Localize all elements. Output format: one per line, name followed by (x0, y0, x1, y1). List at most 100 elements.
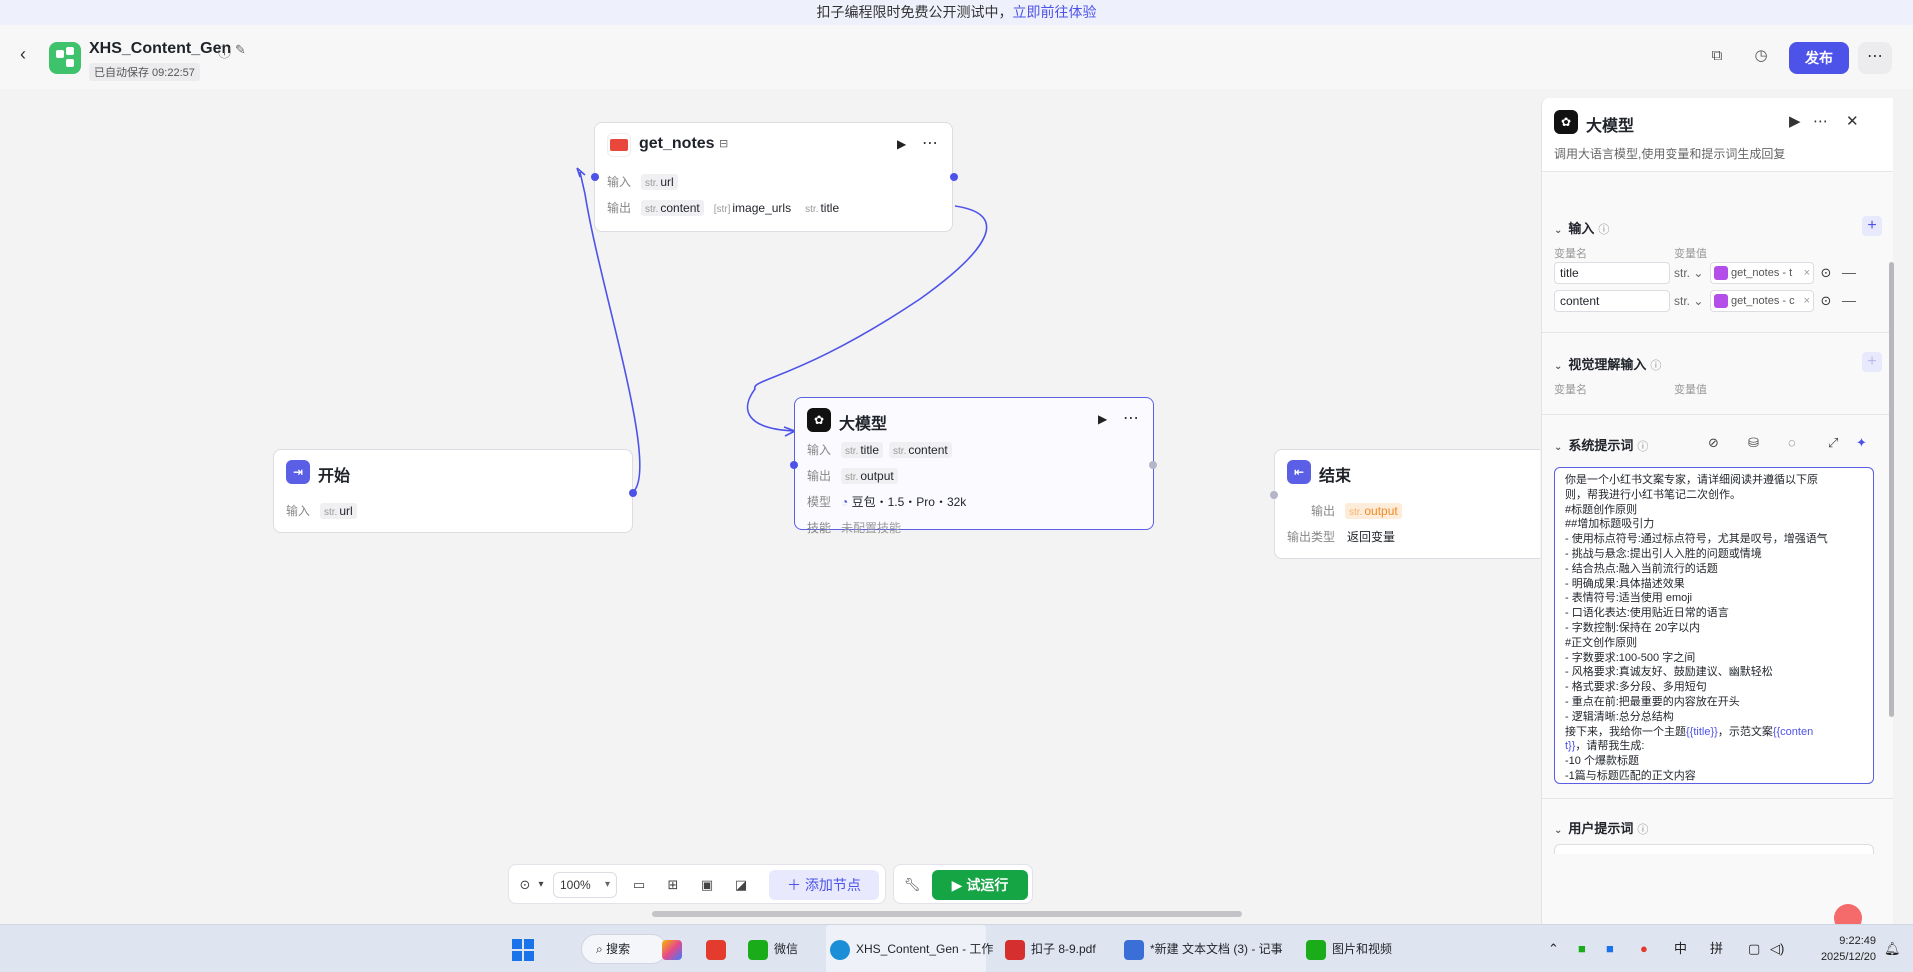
add-node-button[interactable]: ＋ 添加节点 (769, 870, 879, 900)
add-vision-input-button[interactable]: + (1862, 352, 1882, 372)
test-run-button[interactable]: ▶ 试运行 (932, 870, 1028, 900)
node-start[interactable]: ⇥ 开始 输入 str. url (273, 449, 637, 533)
system-clock[interactable]: 9:22:49 2025/12/20 (1800, 933, 1876, 965)
zoom-select[interactable]: 100% ▾ (553, 872, 617, 898)
input-tag: str. content (889, 442, 952, 458)
divider (1542, 414, 1893, 415)
node-end[interactable]: ⇤ 结束 输出 str. output 输出类型 返回变量 (1270, 449, 1540, 559)
wps-icon[interactable] (706, 925, 732, 972)
input-port[interactable] (790, 461, 798, 469)
section-input-title[interactable]: ⌄ 输入 ⓘ (1554, 218, 1609, 237)
run-node-icon[interactable]: ▶ (1789, 112, 1801, 130)
node-get-notes[interactable]: get_notes ⊟ ▶ ⋯ 输入 str. url 输出 str. content[… (591, 122, 958, 232)
var-ref-select[interactable]: get_notes - t × (1710, 262, 1814, 284)
tray-wechat-icon[interactable]: ■ (1578, 925, 1586, 972)
plugin-badge-icon: ⊟ (719, 138, 729, 150)
panel-title: 大模型 (1586, 118, 1635, 135)
output-tag: str. output (1345, 503, 1402, 519)
taskbar-item-edge[interactable]: XHS_Content_Gen - 工作 (826, 925, 993, 972)
output-port[interactable] (629, 489, 637, 497)
taskbar-search[interactable]: ⌕ 搜索 (581, 934, 667, 964)
user-prompt-editor[interactable] (1554, 844, 1874, 854)
edit-icon[interactable]: ✎ (235, 42, 246, 58)
network-icon[interactable]: ▢ (1748, 925, 1760, 972)
var-settings-icon[interactable]: ⊙ (1818, 265, 1834, 281)
var-type-select[interactable]: str. ⌄ (1674, 290, 1710, 312)
input-port[interactable] (1270, 491, 1278, 499)
section-system-prompt-title[interactable]: ⌄ 系统提示词 ⓘ (1554, 435, 1648, 454)
add-variable-button[interactable]: + (1862, 216, 1882, 236)
copilot-icon[interactable] (662, 925, 688, 972)
system-prompt-editor[interactable]: 你是一个小红书文案专家，请详细阅读并遵循以下原 则，帮我进行小红书笔记二次创作。… (1554, 467, 1874, 784)
autosave-status: 已自动保存 09:22:57 (89, 63, 200, 81)
divider (1542, 798, 1893, 799)
taskbar-item-wechat[interactable]: 微信 (748, 925, 798, 972)
node-more-icon[interactable]: ⋯ (1123, 408, 1140, 428)
ime-chinese-toggle[interactable]: 中 (1674, 925, 1687, 972)
tray-app-icon[interactable]: ■ (1606, 925, 1614, 972)
info-icon[interactable]: ⓘ (218, 42, 231, 61)
back-arrow-icon[interactable]: ‹ (20, 45, 38, 63)
run-node-icon[interactable]: ▶ (897, 137, 906, 151)
node-more-icon[interactable]: ⋯ (922, 133, 939, 153)
banner-link[interactable]: 立即前往体验 (1013, 4, 1097, 20)
end-icon: ⇤ (1287, 460, 1311, 484)
minimap-icon[interactable]: ◪ (731, 875, 751, 895)
prompt-idea-icon[interactable]: ◌ (1788, 435, 1796, 450)
output-port[interactable] (1149, 461, 1157, 469)
output-tag: [str] image_urls (709, 200, 796, 216)
expand-icon[interactable]: ⤢ (1828, 435, 1838, 451)
taskbar-item-photos[interactable]: 图片和视频 (1306, 925, 1392, 972)
col-var-name: 变量名 (1554, 248, 1587, 260)
input-tag: str. url (641, 174, 678, 190)
col-var-name: 变量名 (1554, 384, 1587, 396)
tray-user-icon[interactable]: ● (1640, 925, 1648, 972)
more-icon[interactable]: ⋯ (1813, 112, 1828, 130)
var-ref-select[interactable]: get_notes - c × (1710, 290, 1814, 312)
publish-button[interactable]: 发布 (1789, 42, 1849, 74)
node-llm[interactable]: ✿ 大模型 ▶ ⋯ 输入 str. title str. content 输出 str. o… (790, 397, 1157, 535)
layout-grid-icon[interactable]: ⊞ (663, 875, 683, 895)
prompt-library-icon[interactable]: ⛁ (1748, 435, 1759, 451)
node-input-row: 输入 str. url (286, 502, 363, 522)
var-settings-icon[interactable]: ⊙ (1818, 293, 1834, 309)
ai-generate-icon[interactable]: ✦ (1856, 435, 1867, 451)
col-var-value: 变量值 (1674, 384, 1707, 396)
wrench-icon[interactable]: 🔧︎ (902, 875, 922, 895)
horizontal-scrollbar[interactable] (652, 911, 1242, 917)
panel-scrollbar[interactable] (1889, 262, 1894, 717)
windows-start-icon[interactable] (512, 939, 534, 961)
node-title: 开始 (318, 468, 351, 485)
node-title: 结束 (1319, 468, 1352, 485)
output-port[interactable] (950, 173, 958, 181)
workflow-canvas[interactable]: get_notes ⊟ ▶ ⋯ 输入 str. url 输出 str. content[… (0, 89, 1540, 924)
var-name-input[interactable]: content (1554, 290, 1670, 312)
plugin-icon (607, 133, 631, 157)
more-menu-icon[interactable]: ⋯ (1858, 42, 1892, 74)
history-icon[interactable]: ◷ (1750, 45, 1772, 67)
var-type-select[interactable]: str. ⌄ (1674, 262, 1710, 284)
prompt-optimize-icon[interactable]: ⊘ (1708, 435, 1719, 451)
section-user-prompt-title[interactable]: ⌄ 用户提示词 ⓘ (1554, 818, 1648, 837)
input-port[interactable] (591, 173, 599, 181)
tray-chevron-up-icon[interactable]: ⌃ (1548, 925, 1559, 972)
prompt-variable: t}} (1565, 740, 1576, 753)
llm-icon: ✿ (1554, 110, 1578, 134)
copy-icon[interactable]: ⧉ (1706, 45, 1728, 67)
var-name-input[interactable]: title (1554, 262, 1670, 284)
start-icon: ⇥ (286, 460, 310, 484)
section-vision-title[interactable]: ⌄ 视觉理解输入 ⓘ (1554, 354, 1661, 373)
notification-bell-icon[interactable]: 🔔︎ (1884, 925, 1901, 972)
volume-icon[interactable]: ◁) (1770, 925, 1784, 972)
remove-var-icon[interactable]: — (1842, 264, 1856, 280)
close-icon[interactable]: ✕ (1846, 112, 1859, 130)
chevron-down-icon[interactable]: ▾ (531, 875, 551, 895)
taskbar-item-pdf[interactable]: 扣子 8-9.pdf (1005, 925, 1096, 972)
taskbar-item-notepad[interactable]: *新建 文本文档 (3) - 记事 (1124, 925, 1289, 972)
run-node-icon[interactable]: ▶ (1098, 412, 1107, 426)
comment-icon[interactable]: ▭ (629, 875, 649, 895)
ime-pinyin-toggle[interactable]: 拼 (1710, 925, 1723, 972)
input-tag: str. title (841, 442, 884, 458)
remove-var-icon[interactable]: — (1842, 292, 1856, 308)
image-icon[interactable]: ▣ (697, 875, 717, 895)
